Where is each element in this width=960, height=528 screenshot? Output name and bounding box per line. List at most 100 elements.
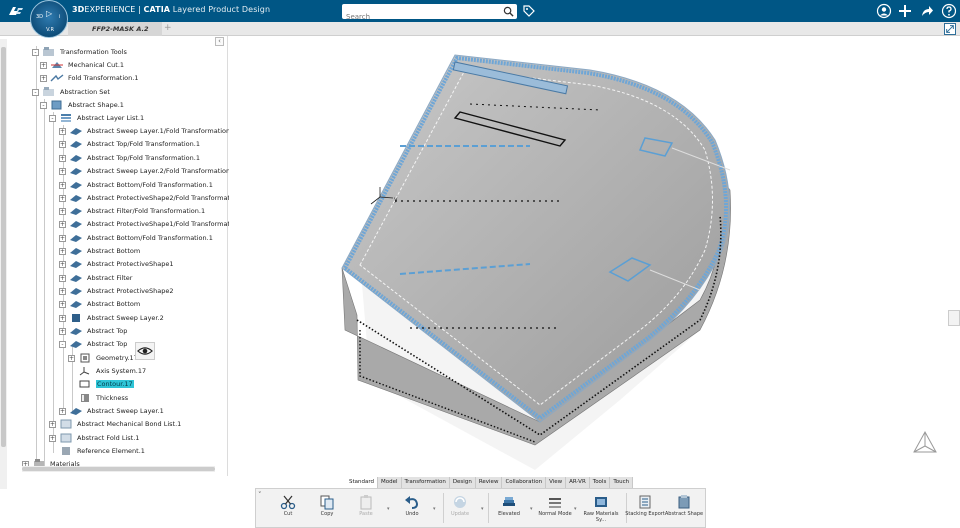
expand-toggle[interactable]: + <box>59 167 66 175</box>
collapse-toggle[interactable]: - <box>59 340 66 348</box>
tree-node-layer[interactable]: + Abstract Top/Fold Transformation.1 <box>59 152 200 164</box>
tree-node-layer[interactable]: + Abstract Sweep Layer.2/Fold Transformat… <box>59 165 236 177</box>
tree-node-layer[interactable]: + Abstract Bottom/Fold Transformation.1 <box>59 232 213 244</box>
expand-toggle[interactable]: + <box>59 327 66 335</box>
abstract-shape-button[interactable]: Abstract Shape <box>664 491 704 527</box>
collapse-panel-icon[interactable]: ‹ <box>215 37 224 46</box>
tree-node-geometry[interactable]: + Geometry.17 <box>68 352 138 364</box>
expand-toggle[interactable]: + <box>40 74 47 82</box>
side-panel-toggle-icon[interactable] <box>948 310 960 326</box>
collapse-toggle[interactable]: - <box>32 48 39 56</box>
expand-toggle[interactable]: + <box>49 420 56 428</box>
tree-node-layer[interactable]: + Abstract ProtectiveShape1 <box>59 258 173 270</box>
tree-node-abstract-layer-list[interactable]: - Abstract Layer List.1 <box>49 112 144 124</box>
undo-button[interactable]: Undo <box>392 491 432 527</box>
tree-node-layer[interactable]: + Abstract ProtectiveShape2 <box>59 285 173 297</box>
tree-node-layer[interactable]: + Abstract Sweep Layer.1/Fold Transformat… <box>59 125 236 137</box>
tree-node-contour[interactable]: Contour.17 <box>77 378 134 390</box>
tab-view[interactable]: View <box>546 477 567 488</box>
add-icon[interactable] <box>897 3 913 19</box>
tree-node-layer[interactable]: + Abstract Filter/Fold Transformation.1 <box>59 205 205 217</box>
expand-toggle[interactable]: + <box>59 287 66 295</box>
compass-info-label[interactable]: i <box>59 14 60 20</box>
stacking-export-button[interactable]: Stacking Export <box>625 491 665 527</box>
tab-model[interactable]: Model <box>378 477 402 488</box>
expand-toggle[interactable]: + <box>49 434 56 442</box>
help-icon[interactable] <box>941 3 957 19</box>
cut-button[interactable]: Cut <box>268 491 308 527</box>
tree-node-abstraction-set[interactable]: - Abstraction Set <box>32 86 110 98</box>
expand-toggle[interactable]: + <box>59 234 66 242</box>
expand-toggle[interactable]: + <box>59 260 66 268</box>
expand-toggle[interactable]: + <box>59 407 66 415</box>
tree-horizontal-scrollbar[interactable] <box>22 466 215 472</box>
raw-materials-button[interactable]: Raw Materials Sy... <box>581 491 621 527</box>
user-profile-icon[interactable] <box>876 3 892 19</box>
search-box[interactable] <box>342 4 517 25</box>
new-tab-icon[interactable]: + <box>164 23 172 33</box>
paste-dropdown-icon[interactable]: ▾ <box>387 506 390 512</box>
tree-node-abstract-shape[interactable]: - Abstract Shape.1 <box>40 99 124 111</box>
tree-node-layer[interactable]: + Abstract Bottom <box>59 245 140 257</box>
tree-node-layer[interactable]: + Abstract Bottom/Fold Transformation.1 <box>59 179 213 191</box>
tree-node-layer[interactable]: + Abstract Filter <box>59 272 132 284</box>
tree-node-reference-element[interactable]: Reference Element.1 <box>58 445 145 457</box>
tab-review[interactable]: Review <box>475 477 503 488</box>
tree-node-layer[interactable]: + Abstract ProtectiveShape1/Fold Transfor… <box>59 218 236 230</box>
expand-toggle[interactable]: + <box>59 140 66 148</box>
tree-node-layer[interactable]: + Abstract Top <box>59 325 127 337</box>
expand-toggle[interactable]: + <box>59 154 66 162</box>
visibility-popup[interactable] <box>135 342 155 360</box>
collapse-toggle[interactable]: - <box>32 88 39 96</box>
tree-node-layer[interactable]: + Abstract Sweep Layer.1 <box>59 405 164 417</box>
expand-toggle[interactable]: + <box>59 247 66 255</box>
3d-navigation-compass-icon[interactable] <box>910 428 940 458</box>
tree-node-transformation-tools[interactable]: - Transformation Tools <box>32 46 127 58</box>
tag-icon[interactable] <box>523 4 535 18</box>
search-icon[interactable] <box>503 6 514 17</box>
tree-node-abstract-top-expanded[interactable]: - Abstract Top <box>59 338 127 350</box>
tree-node-fold-transformation[interactable]: + Fold Transformation.1 <box>40 72 138 84</box>
collapse-toggle[interactable]: - <box>49 114 56 122</box>
expand-toggle[interactable]: + <box>59 194 66 202</box>
expand-toggle[interactable]: + <box>40 61 47 69</box>
expand-toggle[interactable]: + <box>59 181 66 189</box>
eye-icon[interactable] <box>136 343 154 359</box>
tree-node-layer[interactable]: + Abstract ProtectiveShape2/Fold Transfor… <box>59 192 236 204</box>
play-icon[interactable]: ▷ <box>46 9 52 18</box>
expand-toggle[interactable]: + <box>59 274 66 282</box>
fullscreen-icon[interactable] <box>944 23 956 35</box>
tree-vertical-scrollbar[interactable] <box>0 39 7 489</box>
normal-mode-button[interactable]: Normal Mode <box>535 491 575 527</box>
specification-tree[interactable]: ‹ - Transformation Tools + Mechanical Cu… <box>0 36 236 489</box>
share-icon[interactable] <box>919 3 935 19</box>
expand-toggle[interactable]: + <box>59 300 66 308</box>
update-dropdown-icon[interactable]: ▾ <box>481 506 484 512</box>
expand-toggle[interactable]: + <box>59 127 66 135</box>
tab-touch[interactable]: Touch <box>610 477 634 488</box>
update-button[interactable]: Update <box>440 491 480 527</box>
3d-viewport[interactable]: y <box>229 36 960 528</box>
mask-3d-model[interactable]: y <box>229 36 960 528</box>
tree-node-layer[interactable]: + Abstract Bottom <box>59 298 140 310</box>
compass-3d-label[interactable]: 3D <box>36 14 43 20</box>
expand-toggle[interactable]: + <box>68 354 75 362</box>
tree-node-thickness[interactable]: Thickness <box>77 392 128 404</box>
tree-node-mechanical-bond-list[interactable]: + Abstract Mechanical Bond List.1 <box>49 418 181 430</box>
collapse-toggle[interactable]: - <box>40 101 47 109</box>
tab-standard[interactable]: Standard <box>346 477 379 488</box>
tab-transformation[interactable]: Transformation <box>401 477 450 488</box>
copy-button[interactable]: Copy <box>307 491 347 527</box>
tree-node-fold-list[interactable]: + Abstract Fold List.1 <box>49 432 139 444</box>
tab-design[interactable]: Design <box>449 477 476 488</box>
tree-node-axis-system[interactable]: Axis System.17 <box>77 365 146 377</box>
expand-toggle[interactable]: + <box>59 220 66 228</box>
action-bar-menu-icon[interactable]: ˅ <box>258 491 262 499</box>
normal-mode-dropdown-icon[interactable]: ▾ <box>574 506 577 512</box>
elevated-button[interactable]: Elevated <box>489 491 529 527</box>
expand-toggle[interactable]: + <box>59 314 66 322</box>
tree-node-layer[interactable]: + Abstract Sweep Layer.2 <box>59 312 164 324</box>
paste-button[interactable]: Paste <box>346 491 386 527</box>
compass-widget[interactable]: ▷ 3D i V.R <box>30 0 68 38</box>
document-tab[interactable]: FFP2-MASK A.2 <box>68 22 162 36</box>
